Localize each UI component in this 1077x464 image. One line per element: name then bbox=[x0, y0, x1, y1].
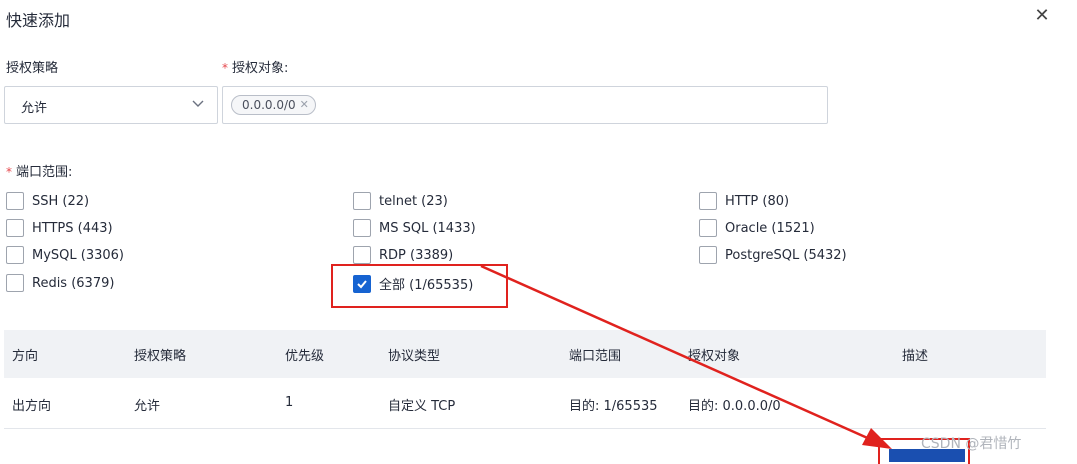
watermark: CSDN @君惜竹 bbox=[921, 436, 1022, 452]
annotation-arrow-icon bbox=[480, 264, 892, 449]
